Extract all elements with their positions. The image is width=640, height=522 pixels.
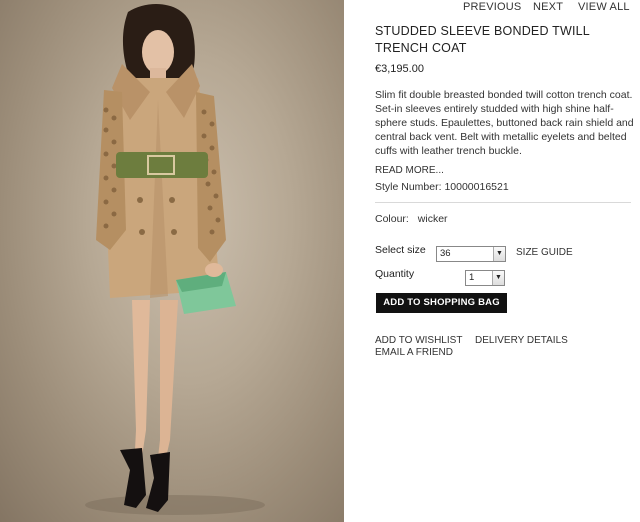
product-details: PREVIOUS NEXT VIEW ALL STUDDED SLEEVE BO… xyxy=(344,0,640,522)
previous-link[interactable]: PREVIOUS xyxy=(463,1,521,13)
size-guide-link[interactable]: SIZE GUIDE xyxy=(516,247,573,258)
product-photo xyxy=(0,0,344,522)
divider xyxy=(375,202,631,203)
add-to-shopping-bag-button[interactable]: ADD TO SHOPPING BAG xyxy=(376,293,507,313)
quantity-select-value: 1 xyxy=(469,272,475,283)
colour-label: Colour: xyxy=(375,213,409,225)
read-more-link[interactable]: READ MORE... xyxy=(375,165,444,176)
add-to-wishlist-link[interactable]: ADD TO WISHLIST xyxy=(375,335,462,346)
view-all-link[interactable]: VIEW ALL xyxy=(578,1,630,13)
delivery-details-link[interactable]: DELIVERY DETAILS xyxy=(475,335,568,346)
size-select-value: 36 xyxy=(440,248,451,259)
model-illustration xyxy=(85,4,265,515)
product-price: €3,195.00 xyxy=(375,63,424,75)
email-a-friend-link[interactable]: EMAIL A FRIEND xyxy=(375,347,453,358)
size-label: Select size xyxy=(375,244,426,256)
colour-value: wicker xyxy=(417,213,448,225)
quantity-label: Quantity xyxy=(375,268,415,280)
product-description: Slim fit double breasted bonded twill co… xyxy=(375,89,634,157)
chevron-down-icon: ▼ xyxy=(492,271,504,285)
colour-row: Colour: wicker xyxy=(375,213,448,225)
size-select[interactable]: 36 ▼ xyxy=(436,246,506,262)
next-link[interactable]: NEXT xyxy=(533,1,563,13)
product-title: STUDDED SLEEVE BONDED TWILL TRENCH COAT xyxy=(375,24,590,55)
quantity-select[interactable]: 1 ▼ xyxy=(465,270,505,286)
chevron-down-icon: ▼ xyxy=(493,247,505,261)
style-number: Style Number: 10000016521 xyxy=(375,181,509,193)
